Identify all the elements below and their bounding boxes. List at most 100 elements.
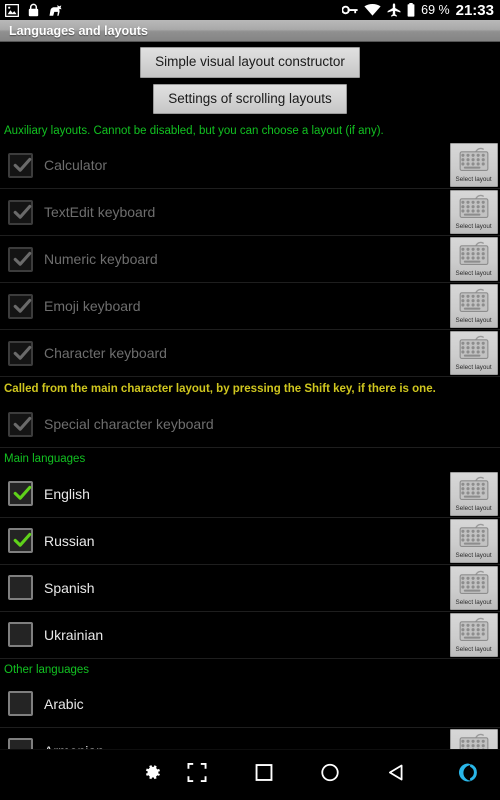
checkbox-russian[interactable]: [8, 528, 33, 554]
list-item[interactable]: Russian Select layout: [0, 518, 500, 565]
battery-icon: [407, 3, 415, 17]
top-button-row: Simple visual layout constructor: [0, 47, 500, 78]
gear-icon: [142, 762, 163, 788]
airplane-mode-icon: [387, 3, 401, 17]
list-item[interactable]: TextEdit keyboard Select layout: [0, 189, 500, 237]
nav-assistant-button[interactable]: [457, 762, 479, 789]
keyboard-icon: [458, 194, 490, 223]
keyboard-icon: [458, 288, 490, 317]
checkbox-calculator: [8, 152, 33, 178]
status-bar-left-icons: [5, 3, 63, 17]
select-layout-label: Select layout: [455, 270, 493, 278]
android-settings-screen: 69 % 21:33 Languages and layouts Simple …: [0, 0, 500, 800]
triangle-left-icon: [387, 764, 405, 787]
checkbox-armenian[interactable]: [8, 738, 33, 749]
list-item-label: Spanish: [44, 579, 95, 596]
settings-of-scrolling-layouts-button[interactable]: Settings of scrolling layouts: [153, 83, 347, 114]
section-header: Auxiliary layouts. Cannot be disabled, b…: [4, 125, 384, 137]
battery-percent-label: 69 %: [421, 3, 450, 17]
keyboard-icon: [458, 733, 490, 749]
nav-fullscreen-button[interactable]: [187, 763, 207, 787]
list-item-label: Russian: [44, 532, 95, 549]
keyboard-icon: [458, 476, 490, 505]
list-item[interactable]: Special character keyboard: [0, 401, 500, 449]
keyboard-icon: [458, 523, 490, 552]
nav-back-button[interactable]: [387, 764, 405, 787]
circle-icon: [321, 763, 339, 787]
nav-settings-button[interactable]: [142, 762, 163, 788]
list-item-label: TextEdit keyboard: [44, 204, 156, 221]
select-layout-label: Select layout: [455, 645, 493, 653]
status-bar-right-icons: 69 % 21:33: [342, 2, 494, 19]
select-layout-button[interactable]: Select layout: [450, 728, 498, 749]
top-button-row: Settings of scrolling layouts: [0, 83, 500, 114]
nav-home-button[interactable]: [321, 763, 339, 787]
select-layout-button[interactable]: Select layout: [450, 190, 498, 235]
select-layout-label: Select layout: [455, 176, 493, 184]
keyboard-icon: [458, 335, 490, 364]
wifi-icon: [364, 4, 381, 16]
select-layout-button[interactable]: Select layout: [450, 471, 498, 516]
list-item-label: Ukrainian: [44, 626, 104, 643]
list-item[interactable]: Character keyboard Select layout: [0, 330, 500, 378]
section-header: Main languages: [4, 453, 86, 466]
fullscreen-icon: [187, 763, 207, 787]
checkbox-spanish[interactable]: [8, 575, 33, 601]
keyboard-icon: [458, 617, 490, 646]
list-item[interactable]: Arabic: [0, 681, 500, 728]
vpn-key-icon: [342, 5, 358, 15]
square-icon: [255, 764, 273, 786]
checkbox-ukrainian[interactable]: [8, 622, 33, 648]
top-action-buttons: Simple visual layout constructor Settings…: [0, 43, 500, 114]
checkbox-numeric-keyboard: [8, 246, 33, 272]
list-item[interactable]: ArmenianSelect layout: [0, 728, 500, 749]
simple-visual-layout-constructor-button[interactable]: Simple visual layout constructor: [140, 47, 360, 78]
status-bar: 69 % 21:33: [0, 0, 500, 20]
list-item-label: English: [44, 485, 90, 502]
page-title: Languages and layouts: [9, 23, 148, 38]
checkbox-textedit-keyboard: [8, 199, 33, 225]
list-item[interactable]: Ukrainian Select layout: [0, 612, 500, 659]
section-header: Called from the main character layout, b…: [4, 383, 436, 396]
pet-icon: [48, 4, 63, 17]
select-layout-button[interactable]: Select layout: [450, 284, 498, 329]
title-bar: Languages and layouts: [0, 20, 500, 42]
select-layout-label: Select layout: [455, 364, 493, 372]
select-layout-button[interactable]: Select layout: [450, 331, 498, 376]
keyboard-icon: [458, 570, 490, 599]
list-item[interactable]: Spanish Select layout: [0, 565, 500, 612]
select-layout-button[interactable]: Select layout: [450, 237, 498, 282]
list-item[interactable]: Emoji keyboard Select layout: [0, 283, 500, 331]
select-layout-label: Select layout: [455, 598, 493, 606]
select-layout-label: Select layout: [455, 551, 493, 559]
lock-icon: [28, 3, 39, 17]
select-layout-button[interactable]: Select layout: [450, 143, 498, 188]
keyboard-icon: [458, 241, 490, 270]
navigation-bar: [0, 749, 500, 800]
list-item-label: Emoji keyboard: [44, 298, 141, 315]
assistant-ring-icon: [457, 762, 479, 789]
sections-container: Auxiliary layouts. Cannot be disabled, b…: [0, 120, 500, 749]
checkbox-emoji-keyboard: [8, 293, 33, 319]
list-item-label: Character keyboard: [44, 345, 167, 362]
section-header: Other languages: [4, 663, 90, 676]
select-layout-button[interactable]: Select layout: [450, 565, 498, 610]
list-item[interactable]: Calculator Select layout: [0, 142, 500, 190]
checkbox-special-character-keyboard: [8, 411, 33, 437]
settings-list[interactable]: Simple visual layout constructor Settings…: [0, 43, 500, 749]
list-item-label: Numeric keyboard: [44, 251, 158, 268]
list-item-label: Arabic: [44, 695, 84, 712]
status-bar-clock: 21:33: [455, 1, 494, 19]
checkbox-character-keyboard: [8, 340, 33, 366]
list-item[interactable]: Numeric keyboard Select layout: [0, 236, 500, 284]
nav-recents-button[interactable]: [255, 764, 273, 786]
list-item-label: Special character keyboard: [44, 416, 214, 433]
list-item-label: Calculator: [44, 157, 108, 174]
select-layout-label: Select layout: [455, 317, 493, 325]
select-layout-button[interactable]: Select layout: [450, 612, 498, 657]
select-layout-button[interactable]: Select layout: [450, 518, 498, 563]
list-item[interactable]: English Select layout: [0, 471, 500, 518]
keyboard-icon: [458, 147, 490, 176]
checkbox-english[interactable]: [8, 481, 33, 507]
checkbox-arabic[interactable]: [8, 691, 33, 717]
